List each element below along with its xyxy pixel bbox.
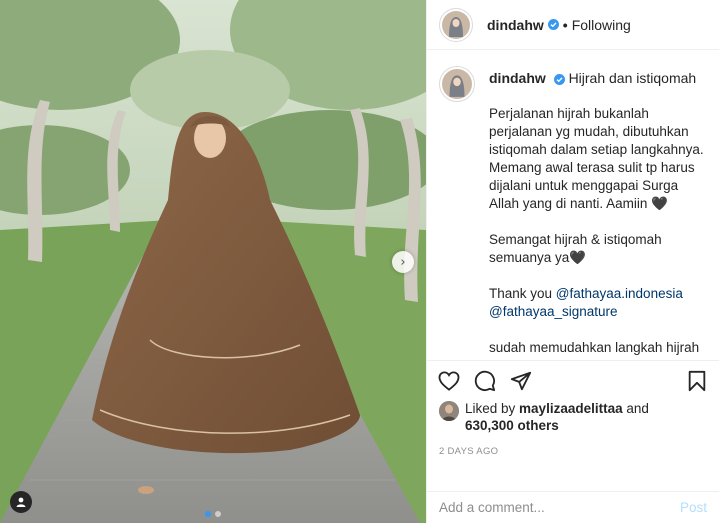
heart-icon (438, 370, 460, 391)
post-photo[interactable]: › (0, 0, 426, 523)
comment-button[interactable] (473, 369, 497, 393)
avatar-image (442, 69, 472, 99)
carousel-dot (215, 511, 221, 517)
caption-title: Hijrah dan istiqomah (568, 70, 697, 86)
user-tag-icon (16, 497, 26, 507)
carousel-next-button[interactable]: › (392, 251, 414, 273)
save-button[interactable] (685, 369, 709, 393)
author-username[interactable]: dindahw (487, 17, 544, 33)
chevron-right-icon: › (400, 254, 406, 270)
comment-icon (474, 370, 496, 391)
caption-heading: dindahw Hijrah dan istiqomah (489, 69, 705, 87)
bookmark-icon (688, 370, 706, 391)
caption-username[interactable]: dindahw (489, 70, 546, 86)
avatar-image (442, 10, 470, 39)
likes-summary: Liked by maylizaadelittaa and 630,300 ot… (427, 400, 719, 440)
author-avatar[interactable] (439, 7, 473, 42)
liker-avatar[interactable] (439, 401, 459, 421)
post-comment-button[interactable]: Post (680, 500, 707, 515)
tagged-user-button[interactable] (10, 491, 32, 513)
comment-input[interactable] (439, 500, 680, 515)
caption-text: Perjalanan hijrah bukanlah perjalanan yg… (489, 105, 705, 360)
caption-paragraph: Semangat hijrah & istiqomah semuanya ya🖤 (489, 232, 662, 265)
instagram-post: › dindahw • Following dindahw Hijrah dan… (0, 0, 719, 523)
caption-paragraph: sudah memudahkan langkah hijrah muslimah… (489, 340, 705, 360)
likes-text: Liked by maylizaadelittaa and 630,300 ot… (465, 400, 649, 434)
caption-body: dindahw Hijrah dan istiqomah Perjalanan … (489, 66, 705, 360)
caption-paragraph: Perjalanan hijrah bukanlah perjalanan yg… (489, 106, 704, 211)
thanks-prefix: Thank you (489, 286, 556, 301)
carousel-dot-active (205, 511, 211, 517)
post-timestamp[interactable]: 2 DAYS AGO (427, 440, 719, 468)
following-button[interactable]: Following (572, 17, 631, 33)
caption-thanks: Thank you @fathayaa.indonesia @fathayaa_… (489, 285, 705, 321)
comments-section[interactable]: dindahw Hijrah dan istiqomah Perjalanan … (427, 50, 719, 360)
like-button[interactable] (437, 369, 461, 393)
mention-link[interactable]: @fathayaa_signature (489, 304, 618, 319)
header-separator: • (562, 16, 568, 33)
carousel-dots (0, 511, 426, 517)
action-bar (427, 360, 719, 400)
post-header: dindahw • Following (427, 0, 719, 50)
mention-link[interactable]: @fathayaa.indonesia (556, 286, 683, 301)
liker-username[interactable]: maylizaadelittaa (519, 401, 623, 416)
post-side-panel: dindahw • Following dindahw Hijrah dan i… (426, 0, 719, 523)
avatar-image (439, 401, 459, 421)
likes-conjunction: and (622, 401, 649, 416)
send-icon (510, 371, 532, 390)
likes-count[interactable]: 630,300 others (465, 418, 559, 433)
caption-avatar[interactable] (439, 66, 475, 102)
comment-composer: Post (427, 491, 719, 523)
photo-scene (0, 0, 426, 523)
likes-prefix: Liked by (465, 401, 520, 416)
caption: dindahw Hijrah dan istiqomah Perjalanan … (439, 66, 707, 360)
verified-badge-icon (547, 19, 559, 30)
share-button[interactable] (509, 369, 533, 393)
verified-badge-icon (553, 73, 565, 85)
